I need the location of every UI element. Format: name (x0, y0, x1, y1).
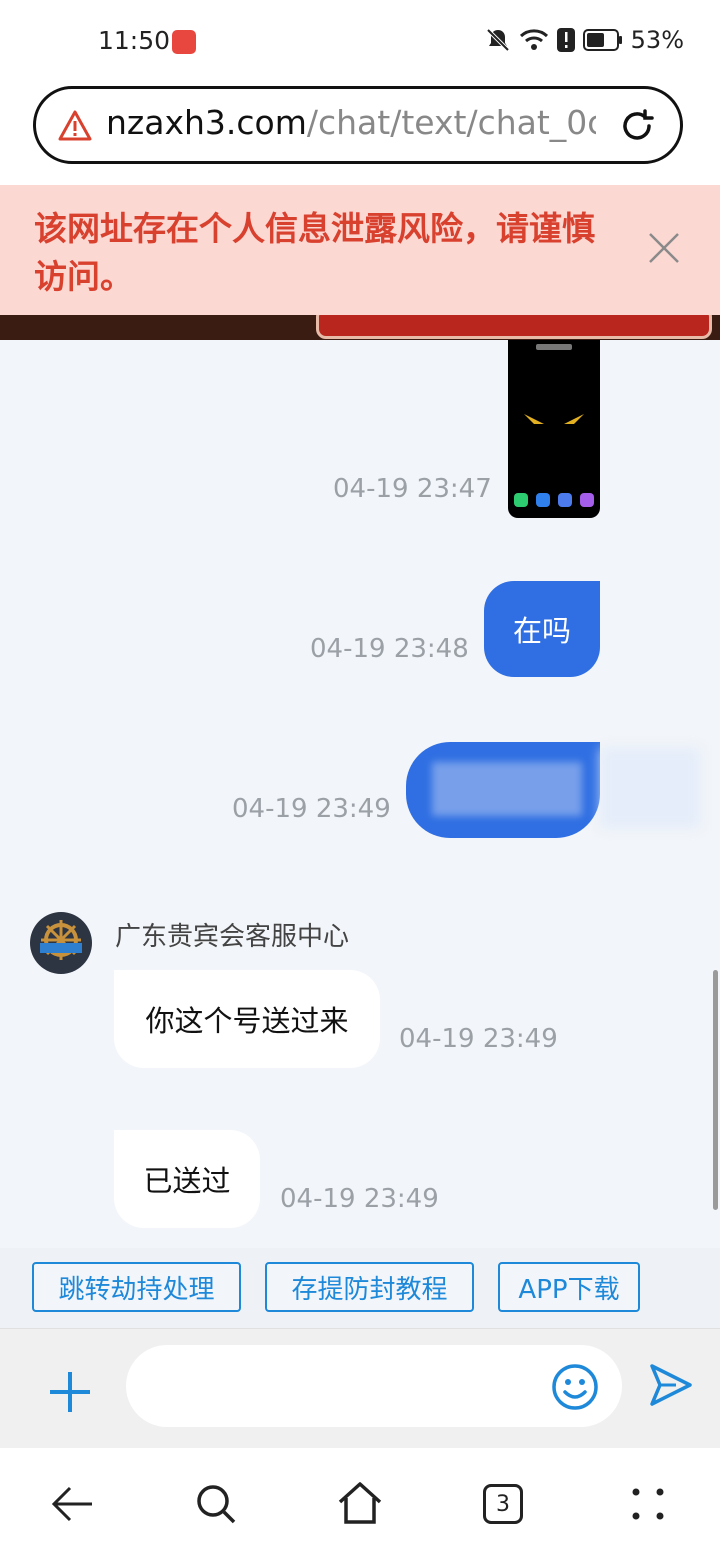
home-icon[interactable] (336, 1480, 384, 1526)
url-text[interactable]: nzaxh3.com/chat/text/chat_0c (106, 103, 596, 142)
address-bar[interactable]: nzaxh3.com/chat/text/chat_0c (33, 86, 683, 164)
message-time: 04-19 23:49 (280, 1184, 439, 1214)
reload-icon[interactable] (618, 107, 656, 145)
status-bar: 11:50 53% (0, 0, 720, 84)
search-icon[interactable] (194, 1482, 238, 1526)
send-icon[interactable] (648, 1362, 694, 1408)
security-warning-text: 该网址存在个人信息泄露风险，请谨慎访问。 (34, 209, 595, 296)
alert-icon (556, 28, 575, 52)
eyes-wallpaper (524, 414, 584, 424)
sender-name: 广东贵宾会客服中心 (115, 922, 350, 952)
clock: 11:50 (98, 26, 171, 55)
received-message-bubble[interactable]: 已送过 (114, 1130, 260, 1228)
more-menu-icon[interactable] (628, 1486, 668, 1522)
message-text: 你这个号送过来 (145, 1004, 349, 1038)
message-time: 04-19 23:47 (333, 474, 492, 504)
notification-bell-off-icon (486, 28, 510, 52)
message-text: 已送过 (143, 1164, 231, 1198)
ship-wheel-logo (40, 920, 82, 960)
battery-icon (582, 29, 622, 51)
sent-message-bubble-blurred[interactable] (406, 742, 600, 838)
ad-banner-strip (0, 315, 720, 340)
ad-banner-box (316, 315, 712, 339)
camera-app-icon (580, 493, 594, 507)
message-time: 04-19 23:48 (310, 634, 469, 664)
back-arrow-icon[interactable] (50, 1484, 94, 1524)
battery-percent: 53% (630, 26, 684, 54)
browser-app-icon (558, 493, 572, 507)
message-time: 04-19 23:49 (232, 794, 391, 824)
quick-button-hijack[interactable]: 跳转劫持处理 (32, 1262, 241, 1312)
security-warning-banner: 该网址存在个人信息泄露风险，请谨慎访问。 (0, 185, 720, 315)
messages-app-icon (536, 493, 550, 507)
status-icons: 53% (485, 26, 684, 54)
tabs-button[interactable]: 3 (483, 1484, 523, 1524)
quick-button-app-download[interactable]: APP下载 (498, 1262, 640, 1312)
scrollbar[interactable] (713, 970, 718, 1210)
message-text: 在吗 (512, 614, 571, 648)
phone-app-icon (514, 493, 528, 507)
warning-triangle-icon (58, 110, 92, 141)
message-time: 04-19 23:49 (399, 1024, 558, 1054)
blur-mosaic (432, 762, 582, 816)
quick-button-tutorial[interactable]: 存提防封教程 (265, 1262, 474, 1312)
thumb-header (536, 344, 572, 350)
agent-avatar[interactable] (30, 912, 92, 974)
received-message-bubble[interactable]: 你这个号送过来 (114, 970, 380, 1068)
close-icon[interactable] (648, 232, 680, 264)
url-domain: nzaxh3.com (106, 103, 307, 142)
blur-overflow (600, 748, 700, 828)
app-notification-icon (172, 30, 196, 54)
emoji-icon[interactable] (550, 1362, 600, 1412)
wifi-icon (519, 29, 548, 50)
image-message[interactable] (508, 340, 600, 518)
message-input[interactable] (126, 1345, 622, 1427)
plus-icon[interactable] (46, 1368, 94, 1416)
url-path: /chat/text/chat_0c (306, 103, 596, 142)
sent-message-bubble[interactable]: 在吗 (484, 581, 600, 677)
